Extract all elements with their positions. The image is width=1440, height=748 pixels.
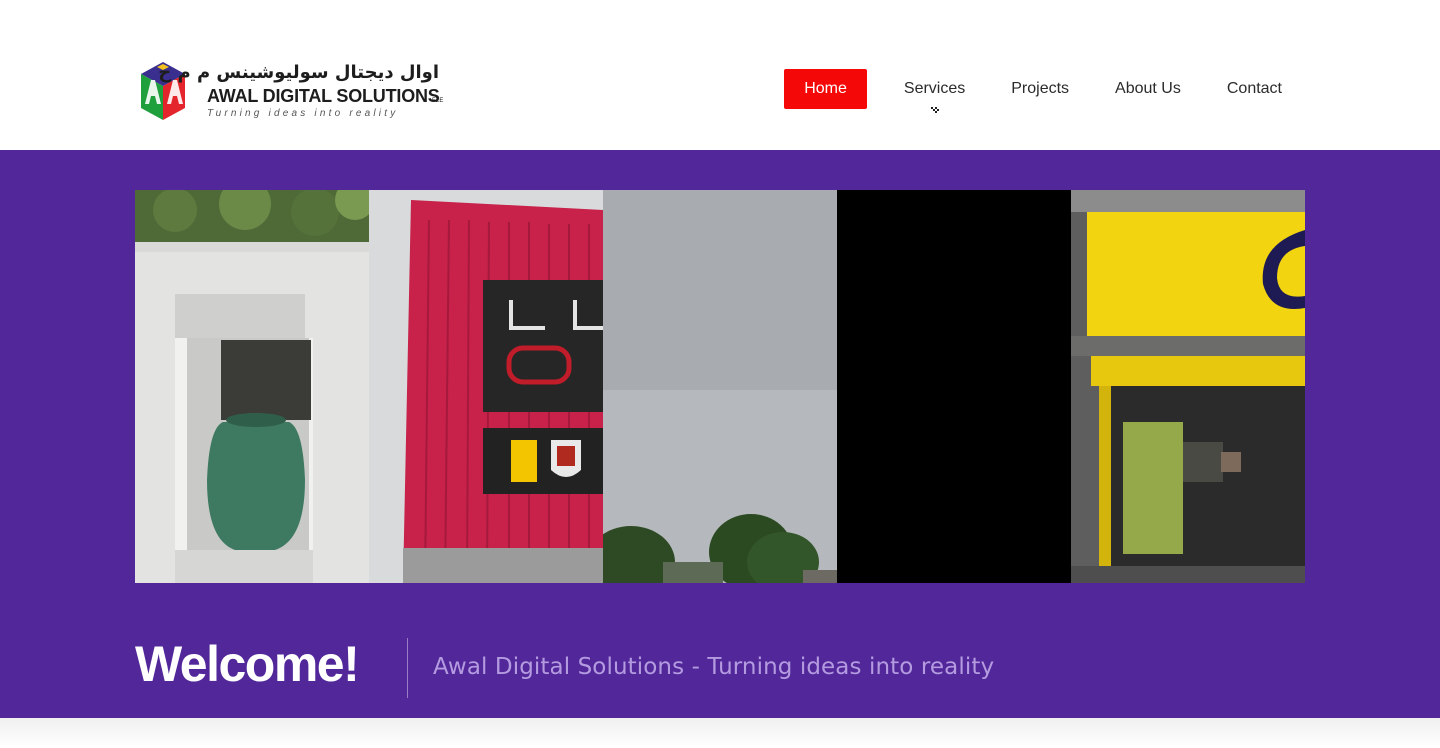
image-slider[interactable] [135, 190, 1305, 583]
yellow-shopfront-photo [1071, 190, 1305, 583]
nav-services[interactable]: Services [884, 69, 985, 113]
nav-home[interactable]: Home [784, 69, 867, 109]
logo-tagline: Turning ideas into reality [207, 108, 399, 119]
content-top-edge [0, 718, 1440, 748]
site-logo[interactable]: اوال ديجتال سوليوشينس م م ح AWAL DIGITAL… [137, 60, 457, 124]
welcome-tagline: Awal Digital Solutions - Turning ideas i… [433, 654, 995, 680]
sky-trees-photo [603, 190, 837, 583]
black-photo [837, 190, 1071, 583]
logo-company-name: AWAL DIGITAL SOLUTIONS [207, 86, 440, 106]
divider [407, 638, 408, 698]
welcome-heading: Welcome! [135, 636, 360, 692]
logo-fze: FZE [432, 98, 444, 104]
storefront-sign-photo [369, 190, 603, 583]
nav-projects[interactable]: Projects [991, 69, 1089, 109]
logo-text: اوال ديجتال سوليوشينس م م ح AWAL DIGITAL… [158, 62, 457, 122]
dropdown-indicator-icon [930, 107, 939, 113]
nav-about[interactable]: About Us [1095, 69, 1201, 109]
welcome-row: Welcome! Awal Digital Solutions - Turnin… [135, 638, 1305, 698]
site-header: اوال ديجتال سوليوشينس م م ح AWAL DIGITAL… [0, 0, 1440, 150]
nav-services-label: Services [903, 80, 966, 97]
main-nav: Home Services Projects About Us Contact [780, 69, 1302, 113]
nav-contact[interactable]: Contact [1207, 69, 1302, 109]
vase-niche-photo [135, 190, 369, 583]
logo-arabic-name: اوال ديجتال سوليوشينس م م ح [158, 62, 439, 83]
hero-section: Welcome! Awal Digital Solutions - Turnin… [0, 150, 1440, 718]
